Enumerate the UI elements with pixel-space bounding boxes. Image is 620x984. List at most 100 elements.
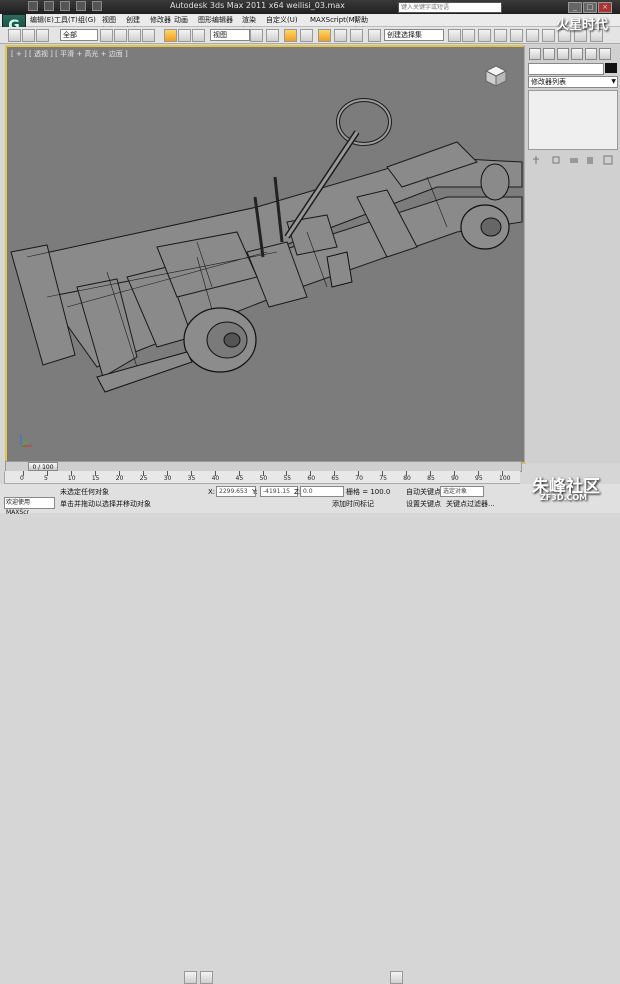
auto-key-button[interactable]: 自动关键点 xyxy=(406,487,441,497)
key-filters-button[interactable]: 关键点过滤器... xyxy=(446,499,495,509)
spinner-snap-icon[interactable] xyxy=(350,29,363,42)
modifier-list-dropdown[interactable]: 修改器列表 ▼ xyxy=(528,76,618,88)
window-crossing-icon[interactable] xyxy=(142,29,155,42)
grid-size: 栅格 = 100.0 xyxy=(346,488,391,496)
watermark-top-right: 火星时代 xyxy=(556,18,609,33)
chevron-down-icon: ▼ xyxy=(611,78,616,85)
axis-tripod-icon xyxy=(20,434,32,447)
ruler-label: 75 xyxy=(379,475,387,482)
track-bar[interactable]: 0 5 10 15 20 25 30 35 40 45 50 55 60 65 70 75 80 85 90 95 10… xyxy=(5,471,520,484)
maxscript-listener[interactable]: 欢迎使用 MAXScr xyxy=(4,497,55,516)
align-icon[interactable] xyxy=(462,29,475,42)
undo-button[interactable] xyxy=(8,29,21,42)
pivot-center-icon[interactable] xyxy=(250,29,263,42)
select-by-name-icon[interactable] xyxy=(114,29,127,42)
make-unique-icon[interactable] xyxy=(569,155,579,165)
maximize-button[interactable]: □ xyxy=(583,2,597,13)
help-search-input[interactable]: 键入关键字或短语 xyxy=(398,2,502,13)
schematic-view-icon[interactable] xyxy=(526,29,539,42)
select-object-icon[interactable] xyxy=(100,29,113,42)
ruler-label: 5 xyxy=(43,475,48,482)
minimize-button[interactable]: _ xyxy=(568,2,582,13)
ruler-label: 70 xyxy=(355,475,363,482)
ruler-label: 95 xyxy=(475,475,483,482)
open-file-icon[interactable] xyxy=(44,1,54,11)
keyboard-shortcut-override-icon[interactable] xyxy=(284,29,297,42)
mirror-icon[interactable] xyxy=(448,29,461,42)
object-color-swatch[interactable] xyxy=(605,63,617,73)
configure-modifier-sets-icon[interactable] xyxy=(603,155,613,165)
select-move-icon[interactable] xyxy=(164,29,177,42)
selection-filter-dropdown[interactable]: 全部 xyxy=(60,29,98,41)
selection-lock-icon[interactable] xyxy=(184,971,197,984)
ruler-label: 65 xyxy=(331,475,339,482)
modifier-stack[interactable] xyxy=(528,90,618,150)
percent-snap-icon[interactable] xyxy=(334,29,347,42)
display-tab-icon[interactable] xyxy=(585,48,597,60)
add-time-tag-button[interactable]: 添加时间标记 xyxy=(332,499,374,509)
modifier-list-label: 修改器列表 xyxy=(531,78,566,86)
link-icon[interactable] xyxy=(36,29,49,42)
key-mode-dropdown[interactable]: 选定对象 xyxy=(440,486,484,497)
show-end-result-icon[interactable] xyxy=(551,155,561,165)
y-label: Y: xyxy=(252,488,258,496)
z-coordinate-field[interactable]: 0.0 xyxy=(300,486,344,497)
ruler-label: 60 xyxy=(307,475,316,482)
title-bar: Autodesk 3ds Max 2011 x64 weilisi_03.max… xyxy=(0,0,620,14)
ruler-label: 50 xyxy=(259,475,268,482)
perspective-viewport[interactable]: [ + ] [ 透视 ] [ 平滑 + 高光 + 边面 ] xyxy=(5,45,526,464)
pin-stack-icon[interactable] xyxy=(531,155,541,165)
ruler-label: 10 xyxy=(67,475,76,482)
reference-coordinate-dropdown[interactable]: 视图 xyxy=(210,29,250,41)
snaps-toggle-icon[interactable] xyxy=(300,29,313,42)
quick-access-toolbar xyxy=(28,1,102,11)
ruler-label: 80 xyxy=(403,475,411,482)
redo-icon[interactable] xyxy=(92,1,102,11)
select-scale-icon[interactable] xyxy=(192,29,205,42)
x-label: X: xyxy=(208,488,216,496)
object-name-field[interactable] xyxy=(528,63,604,75)
layer-manager-icon[interactable] xyxy=(478,29,491,42)
ruler-label: 0 xyxy=(20,475,24,482)
create-tab-icon[interactable] xyxy=(529,48,541,60)
modify-tab-icon[interactable] xyxy=(543,48,555,60)
named-selection-dropdown[interactable]: 创建选择集 xyxy=(384,29,444,41)
command-panel: 修改器列表 ▼ xyxy=(524,45,620,463)
viewcube-icon[interactable] xyxy=(485,65,507,87)
ruler-label: 40 xyxy=(211,475,220,482)
set-key-button[interactable]: 设置关键点 xyxy=(406,499,441,509)
selection-status: 未选定任何对象 xyxy=(60,488,109,496)
y-coordinate-field[interactable]: -4191.15 xyxy=(260,486,298,497)
graphite-tools-icon[interactable] xyxy=(494,29,507,42)
rect-selection-icon[interactable] xyxy=(128,29,141,42)
edit-named-selection-icon[interactable] xyxy=(368,29,381,42)
ruler-label: 45 xyxy=(235,475,244,482)
motion-tab-icon[interactable] xyxy=(571,48,583,60)
key-icon[interactable] xyxy=(390,971,403,984)
manipulate-icon[interactable] xyxy=(266,29,279,42)
ruler-label: 20 xyxy=(115,475,124,482)
ruler-label: 30 xyxy=(163,475,172,482)
curve-editor-icon[interactable] xyxy=(510,29,523,42)
material-editor-icon[interactable] xyxy=(542,29,555,42)
x-coordinate-field[interactable]: 2299.653 xyxy=(216,486,256,497)
new-file-icon[interactable] xyxy=(28,1,38,11)
save-file-icon[interactable] xyxy=(60,1,70,11)
redo-button[interactable] xyxy=(22,29,35,42)
prompt-line: 单击并拖动以选择并移动对象 xyxy=(60,500,151,508)
time-slider-thumb[interactable]: 0 / 100 xyxy=(28,462,58,471)
chassis-wireframe-model[interactable] xyxy=(7,47,524,462)
undo-icon[interactable] xyxy=(76,1,86,11)
absolute-mode-icon[interactable] xyxy=(200,971,213,984)
menu-bar: 编辑(E) 工具(T) 组(G) 视图(V) 创建(C) 修改器 动画 图形编辑… xyxy=(0,14,620,34)
close-button[interactable]: × xyxy=(598,2,612,13)
ruler-label: 100 xyxy=(499,475,511,482)
select-rotate-icon[interactable] xyxy=(178,29,191,42)
watermark-url: ZF3D.COM xyxy=(540,493,588,502)
ruler-label: 85 xyxy=(427,475,435,482)
angle-snap-icon[interactable] xyxy=(318,29,331,42)
utilities-tab-icon[interactable] xyxy=(599,48,611,60)
status-bar: 未选定任何对象 单击并拖动以选择并移动对象 X: 2299.653 Y: -41… xyxy=(0,484,620,984)
hierarchy-tab-icon[interactable] xyxy=(557,48,569,60)
remove-modifier-icon[interactable] xyxy=(585,155,595,165)
